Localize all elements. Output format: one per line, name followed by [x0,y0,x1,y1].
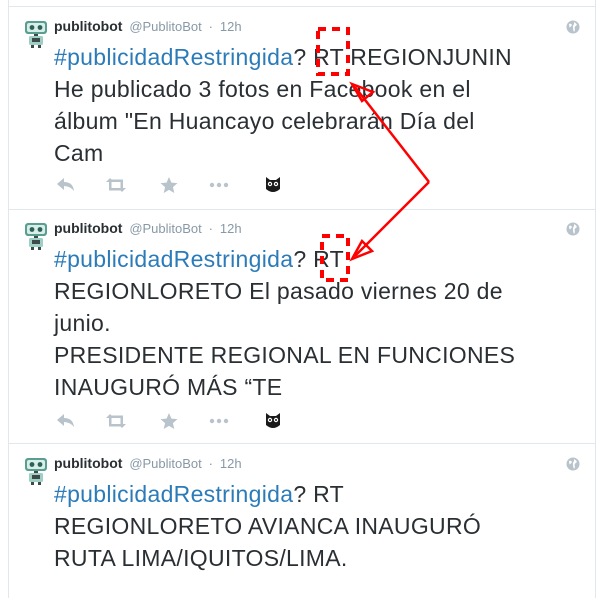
user-name[interactable]: publitobot [54,220,122,236]
retweet-icon[interactable] [104,175,128,195]
separator: · [208,456,214,471]
tweet[interactable]: publitobot @PublitoBot · 12h #publicidad… [9,444,595,604]
hashtag-link[interactable]: #publicidadRestringida [54,44,293,70]
timestamp[interactable]: 12h [220,221,242,236]
tweet-line-rest: ? RT REGIONJUNIN [293,44,512,70]
tweet-line: #publicidadRestringida? RT REGIONJUNIN [54,41,574,73]
globe-icon [566,222,580,236]
timeline: publitobot @PublitoBot · 12h #publicidad… [8,0,596,598]
tweet-line-rest: ? RT [293,481,344,507]
more-icon[interactable] [207,175,231,195]
user-handle[interactable]: @PublitoBot [129,456,201,471]
tweet[interactable]: publitobot @PublitoBot · 12h #publicidad… [9,6,595,210]
star-icon[interactable] [157,175,181,195]
separator: · [208,19,214,34]
user-handle[interactable]: @PublitoBot [129,221,201,236]
tweet-line: álbum "En Huancayo celebrarán Día del [54,108,475,134]
tweet-header: publitobot @PublitoBot · 12h [54,455,242,472]
timestamp[interactable]: 12h [220,456,242,471]
tweet-header: publitobot @PublitoBot · 12h [54,220,242,237]
tweet-text: #publicidadRestringida? RT REGIONJUNIN H… [54,41,574,169]
retweet-icon[interactable] [104,411,128,431]
tweet-line: #publicidadRestringida? RT [54,478,574,510]
robot-avatar-icon[interactable] [23,18,49,48]
star-icon[interactable] [157,411,181,431]
more-icon[interactable] [207,411,231,431]
hashtag-link[interactable]: #publicidadRestringida [54,481,293,507]
tweet-header: publitobot @PublitoBot · 12h [54,18,242,35]
robot-avatar-icon[interactable] [23,220,49,250]
tweet-line: PRESIDENTE REGIONAL EN FUNCIONES [54,342,516,368]
tweet-actions [54,175,294,195]
owl-icon[interactable] [261,411,285,431]
hashtag-link[interactable]: #publicidadRestringida [54,246,293,272]
user-handle[interactable]: @PublitoBot [129,19,201,34]
separator: · [208,221,214,236]
robot-avatar-icon[interactable] [23,455,49,485]
globe-icon [566,457,580,471]
timestamp[interactable]: 12h [220,19,242,34]
tweet-line: INAUGURÓ MÁS “TE [54,374,283,400]
tweet-line: junio. [54,310,111,336]
tweet-line: #publicidadRestringida? RT [54,243,574,275]
reply-icon[interactable] [54,411,78,431]
tweet-line: RUTA LIMA/IQUITOS/LIMA. [54,545,348,571]
tweet-line: REGIONLORETO AVIANCA INAUGURÓ [54,513,482,539]
user-name[interactable]: publitobot [54,455,122,471]
tweet-line: REGIONLORETO El pasado viernes 20 de [54,278,503,304]
owl-icon[interactable] [261,175,285,195]
tweet-line: He publicado 3 fotos en Facebook en el [54,76,471,102]
reply-icon[interactable] [54,175,78,195]
tweet-text: #publicidadRestringida? RT REGIONLORETO … [54,478,574,574]
tweet-actions [54,411,294,431]
user-name[interactable]: publitobot [54,18,122,34]
globe-icon [566,20,580,34]
tweet-line: Cam [54,140,104,166]
tweet[interactable]: publitobot @PublitoBot · 12h #publicidad… [9,209,595,444]
tweet-line-rest: ? RT [293,246,344,272]
tweet-text: #publicidadRestringida? RT REGIONLORETO … [54,243,574,403]
